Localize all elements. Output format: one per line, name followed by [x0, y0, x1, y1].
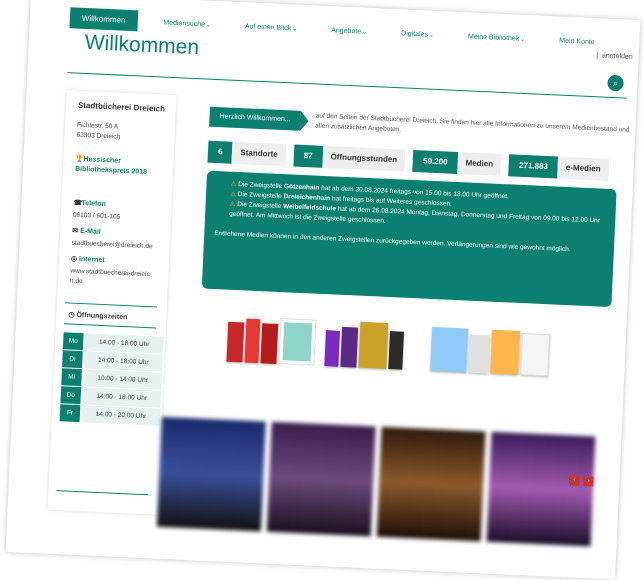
book-cover: [244, 318, 261, 364]
stat-medien: 59.200 Medien: [412, 149, 502, 176]
chevron-down-icon: ⌄: [292, 26, 298, 33]
notice-box: ⚠ Die Zweigstelle Götzenhain hat ab dem …: [201, 170, 617, 308]
book-frame: [278, 318, 317, 366]
book-cover: [388, 331, 405, 370]
book-cover: [324, 330, 340, 367]
stat-number: 271.883: [508, 154, 559, 179]
gallery-next-button[interactable]: ›: [583, 476, 594, 487]
book-cover: [358, 321, 389, 369]
sidebar-divider: [63, 323, 156, 329]
trophy-icon: 🏆: [75, 155, 85, 164]
sidebar: Stadtbücherei Dreieich Fichtestr. 50 A 6…: [47, 90, 177, 515]
hours-time: 14:00 - 18:00 Uhr: [84, 333, 164, 354]
book-cover: [282, 322, 313, 362]
book-cover: [260, 323, 279, 364]
nav-auf-einen-blick[interactable]: Auf einen Blick⌄: [236, 18, 305, 39]
hours-time: 14:00 - 20:00 Uhr: [81, 405, 161, 426]
award: 🏆Hessischer Bibliothekspreis 2018: [74, 155, 148, 176]
nav-mein-konto[interactable]: Mein Konto: [551, 32, 603, 52]
hours-day: Fr: [59, 404, 81, 423]
chevron-down-icon: ⌄: [205, 22, 212, 29]
library-name: Stadtbücherei Dreieich: [77, 100, 166, 114]
gallery-image[interactable]: [376, 426, 486, 542]
page-title: Willkommen: [84, 30, 200, 60]
gallery-image[interactable]: [486, 431, 596, 547]
book-cover: [340, 326, 359, 368]
welcome-tag: Herzlich Willkommen...: [209, 106, 302, 131]
book-cover: [520, 333, 551, 377]
sidebar-divider: [56, 490, 149, 496]
stat-number: 87: [293, 144, 324, 168]
hours-day: Mi: [61, 368, 82, 387]
gallery-prev-button[interactable]: ‹: [569, 475, 580, 486]
book-cover: [468, 334, 490, 374]
stat-number: 6: [207, 140, 233, 164]
hours-day: Di: [62, 350, 83, 369]
stat-label: Medien: [457, 151, 502, 176]
stat-label: Standorte: [231, 141, 287, 167]
stat-label: e-Medien: [557, 156, 610, 181]
email-heading: ✉ E-Mail: [72, 227, 101, 236]
stat-number: 59.200: [412, 149, 459, 174]
book-cover: [490, 329, 521, 375]
book-cover: [430, 326, 469, 373]
nav-angebote[interactable]: Angebote⌄: [323, 22, 376, 42]
internet-heading: ◎ Internet: [70, 255, 105, 265]
phone-heading: ☎Telefon: [73, 199, 107, 209]
book-group-2[interactable]: [324, 306, 407, 370]
book-group-3[interactable]: [430, 311, 553, 377]
chevron-down-icon: ⌄: [361, 29, 368, 36]
warning-icon: ⚠: [229, 200, 236, 208]
nav-mediensuche[interactable]: Mediensuche⌄: [155, 14, 219, 35]
hours-time: 14:00 - 18:00 Uhr: [82, 387, 162, 408]
book-group-1[interactable]: [226, 302, 317, 366]
search-icon: ⌕: [612, 77, 619, 89]
hours-day: Mo: [62, 332, 84, 351]
warning-icon: ⚠: [230, 180, 237, 188]
chevron-down-icon: ⌄: [520, 36, 526, 43]
media-gallery: [156, 416, 602, 547]
gallery-image[interactable]: [156, 416, 266, 532]
book-cover: [226, 321, 245, 363]
stat-label: Öffnungsstunden: [322, 145, 406, 172]
stat-e-medien: 271.883 e-Medien: [508, 154, 610, 181]
phone-number[interactable]: 06103 / 601-165: [73, 211, 121, 223]
gallery-image[interactable]: [266, 421, 376, 537]
hours-time: 14:00 - 18:00 Uhr: [84, 351, 163, 372]
hours-heading: ◷ Öffnungszeiten: [68, 311, 128, 322]
warning-icon: ⚠: [229, 190, 237, 198]
hours-day: Do: [60, 386, 82, 405]
nav-digitales[interactable]: Digitales⌄: [393, 25, 443, 45]
hours-row: Fr 14:00 - 20:00 Uhr: [59, 404, 161, 426]
hours-time: 10:00 - 14:00 Uhr: [83, 369, 162, 390]
hours-table: Mo 14:00 - 18:00 Uhr Di 14:00 - 18:00 Uhr …: [59, 332, 164, 426]
address-line2: 63303 Dreieich: [76, 131, 121, 141]
chevron-down-icon: ⌄: [428, 32, 435, 39]
email-link[interactable]: stadtbuecherei@dreieich.de: [71, 239, 153, 253]
nav-meine-bibliothek[interactable]: Meine Bibliothek⌄: [460, 28, 534, 49]
nav-willkommen[interactable]: Willkommen: [69, 7, 138, 32]
sidebar-divider: [64, 302, 157, 308]
stat-standorte: 6 Standorte: [207, 140, 287, 167]
website-link[interactable]: www.stadtbuecherei-dreieich.de: [70, 267, 151, 291]
